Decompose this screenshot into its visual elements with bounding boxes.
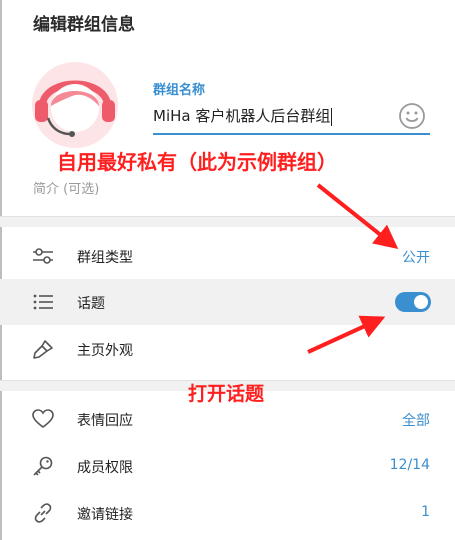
row-appearance[interactable]: 主页外观 bbox=[0, 326, 455, 372]
avatar-icon bbox=[32, 62, 118, 148]
toggle-knob bbox=[414, 295, 428, 309]
invite-links-label: 邀请链接 bbox=[77, 507, 133, 523]
reactions-label: 表情回应 bbox=[77, 413, 133, 429]
smiley-icon bbox=[399, 103, 425, 129]
row-member-permissions[interactable]: 成员权限 12/14 bbox=[0, 443, 455, 489]
emoji-button[interactable] bbox=[398, 102, 426, 130]
description-field[interactable]: 简介 (可选) bbox=[33, 178, 99, 197]
member-permissions-value: 12/14 bbox=[389, 457, 430, 473]
row-group-type[interactable]: 群组类型 公开 bbox=[0, 233, 455, 279]
group-name-input[interactable]: MiHa 客户机器人后台群组 bbox=[153, 104, 383, 128]
input-underline bbox=[153, 133, 430, 135]
group-name-value: MiHa 客户机器人后台群组 bbox=[153, 107, 331, 125]
brush-icon bbox=[33, 340, 53, 359]
link-icon bbox=[34, 503, 52, 523]
group-avatar[interactable] bbox=[32, 62, 118, 148]
invite-links-value: 1 bbox=[421, 504, 430, 520]
group-name-label: 群组名称 bbox=[153, 83, 206, 98]
reactions-value: 全部 bbox=[402, 413, 430, 429]
list-icon bbox=[33, 294, 53, 310]
group-type-value: 公开 bbox=[402, 250, 430, 266]
topics-toggle[interactable] bbox=[395, 292, 431, 312]
section-divider bbox=[0, 216, 455, 227]
key-icon bbox=[33, 456, 53, 476]
row-topics[interactable]: 话题 bbox=[0, 279, 455, 325]
heart-icon bbox=[32, 409, 54, 428]
topics-label: 话题 bbox=[77, 296, 105, 312]
page-title: 编辑群组信息 bbox=[33, 15, 135, 35]
sliders-icon bbox=[33, 248, 53, 264]
group-type-label: 群组类型 bbox=[77, 250, 133, 266]
annotation-private-note: 自用最好私有（此为示例群组） bbox=[57, 150, 337, 174]
appearance-label: 主页外观 bbox=[77, 343, 133, 359]
member-permissions-label: 成员权限 bbox=[77, 460, 133, 476]
row-reactions[interactable]: 表情回应 全部 bbox=[0, 396, 455, 442]
text-caret bbox=[331, 107, 333, 126]
row-invite-links[interactable]: 邀请链接 1 bbox=[0, 490, 455, 536]
